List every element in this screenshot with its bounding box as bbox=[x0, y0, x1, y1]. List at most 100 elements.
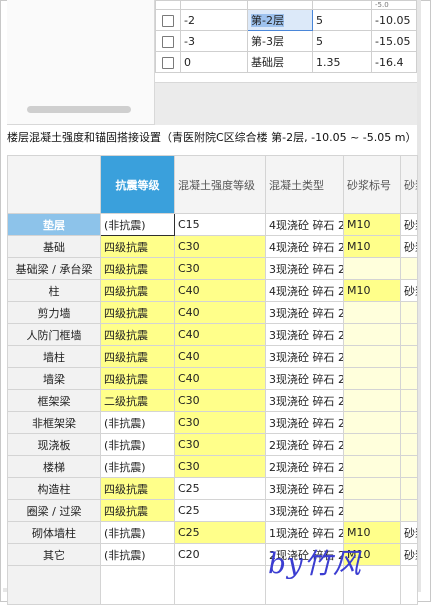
concrete-type-cell[interactable]: 4现浇砼 碎石 20mm bbox=[265, 235, 344, 258]
concrete-grade-cell[interactable]: C30 bbox=[174, 411, 266, 434]
row-header[interactable]: 基础 bbox=[7, 235, 101, 258]
row-header[interactable]: 剪力墙 bbox=[7, 301, 101, 324]
concrete-grade-cell[interactable]: C25 bbox=[174, 477, 266, 500]
column-header-mortar-type[interactable]: 砂浆类型 bbox=[400, 155, 418, 214]
concrete-grade-cell[interactable]: C20 bbox=[174, 543, 266, 566]
mortar-type-cell[interactable] bbox=[400, 411, 418, 434]
row-header[interactable]: 砌体墙柱 bbox=[7, 521, 101, 544]
floor-row[interactable]: -3 第-3层 5 -15.05 bbox=[155, 30, 417, 52]
mortar-type-cell[interactable] bbox=[400, 455, 418, 478]
concrete-type-cell[interactable]: 4现浇砼 碎石 20mm bbox=[265, 213, 344, 236]
concrete-type-cell[interactable]: 3现浇砼 碎石 20mm bbox=[265, 301, 344, 324]
concrete-type-cell[interactable]: 3现浇砼 碎石 20mm bbox=[265, 367, 344, 390]
row-header[interactable]: 基础梁 / 承台梁 bbox=[7, 257, 101, 280]
seismic-grade-cell[interactable]: (非抗震) bbox=[100, 411, 175, 434]
row-header[interactable]: 其它 bbox=[7, 543, 101, 566]
row-header[interactable]: 楼梯 bbox=[7, 455, 101, 478]
mortar-grade-cell[interactable]: M10 bbox=[343, 213, 401, 236]
mortar-type-cell[interactable]: 砂浆 bbox=[400, 521, 418, 544]
concrete-grade-cell[interactable]: C25 bbox=[174, 521, 266, 544]
concrete-grade-cell[interactable]: C40 bbox=[174, 345, 266, 368]
mortar-grade-cell[interactable]: M10 bbox=[343, 235, 401, 258]
mortar-type-cell[interactable] bbox=[400, 433, 418, 456]
column-header-concrete-type[interactable]: 混凝土类型 bbox=[265, 155, 344, 214]
mortar-type-cell[interactable] bbox=[400, 367, 418, 390]
concrete-type-cell[interactable]: 3现浇砼 碎石 20mm bbox=[265, 499, 344, 522]
floor-code[interactable]: -2 bbox=[180, 9, 248, 31]
floor-code[interactable]: 0 bbox=[180, 51, 248, 73]
floor-code[interactable]: -3 bbox=[180, 30, 248, 52]
floor-name-text[interactable]: 第-2层 bbox=[251, 14, 284, 27]
concrete-type-cell[interactable]: 3现浇砼 碎石 20mm bbox=[265, 477, 344, 500]
seismic-grade-cell[interactable]: 四级抗震 bbox=[100, 235, 175, 258]
concrete-type-cell[interactable]: 1现浇砼 碎石 20mm bbox=[265, 521, 344, 544]
mortar-grade-cell[interactable] bbox=[343, 411, 401, 434]
row-header[interactable]: 现浇板 bbox=[7, 433, 101, 456]
concrete-type-cell[interactable]: 3现浇砼 碎石 20mm bbox=[265, 345, 344, 368]
seismic-grade-cell[interactable]: (非抗震) bbox=[100, 433, 175, 456]
concrete-type-cell[interactable]: 4现浇砼 碎石 20mm bbox=[265, 279, 344, 302]
floor-row[interactable]: 0 基础层 1.35 -16.4 bbox=[155, 51, 417, 73]
seismic-grade-cell[interactable]: (非抗震) bbox=[100, 455, 175, 478]
mortar-type-cell[interactable]: 砂浆 bbox=[400, 235, 418, 258]
mortar-grade-cell[interactable] bbox=[343, 433, 401, 456]
concrete-type-cell[interactable]: 2现浇砼 碎石 20mm bbox=[265, 433, 344, 456]
floor-height[interactable]: 5 bbox=[312, 9, 372, 31]
mortar-type-cell[interactable] bbox=[400, 257, 418, 280]
mortar-grade-cell[interactable] bbox=[343, 367, 401, 390]
concrete-grade-cell[interactable]: C30 bbox=[174, 235, 266, 258]
seismic-grade-cell[interactable]: 四级抗震 bbox=[100, 257, 175, 280]
horizontal-scrollbar-thumb[interactable] bbox=[27, 106, 131, 113]
concrete-type-cell[interactable]: 3现浇砼 碎石 20mm bbox=[265, 323, 344, 346]
seismic-grade-cell[interactable]: (非抗震) bbox=[100, 543, 175, 566]
concrete-grade-cell[interactable]: C40 bbox=[174, 301, 266, 324]
floor-checkbox-cell[interactable] bbox=[155, 9, 181, 31]
seismic-grade-cell[interactable]: 四级抗震 bbox=[100, 499, 175, 522]
seismic-grade-cell[interactable]: 四级抗震 bbox=[100, 367, 175, 390]
concrete-grade-cell[interactable]: C30 bbox=[174, 455, 266, 478]
mortar-grade-cell[interactable] bbox=[343, 455, 401, 478]
mortar-type-cell[interactable] bbox=[400, 345, 418, 368]
mortar-type-cell[interactable] bbox=[400, 499, 418, 522]
seismic-grade-cell[interactable]: 四级抗震 bbox=[100, 477, 175, 500]
floor-name[interactable]: 基础层 bbox=[247, 51, 313, 73]
mortar-grade-cell[interactable] bbox=[343, 345, 401, 368]
concrete-type-cell[interactable]: 3现浇砼 碎石 20mm bbox=[265, 257, 344, 280]
mortar-grade-cell[interactable] bbox=[343, 499, 401, 522]
mortar-type-cell[interactable] bbox=[400, 301, 418, 324]
floor-checkbox-cell[interactable] bbox=[155, 51, 181, 73]
row-header[interactable]: 非框架梁 bbox=[7, 411, 101, 434]
mortar-grade-cell[interactable] bbox=[343, 389, 401, 412]
mortar-grade-cell[interactable] bbox=[343, 301, 401, 324]
concrete-type-cell[interactable]: 3现浇砼 碎石 20mm bbox=[265, 411, 344, 434]
mortar-type-cell[interactable]: 砂浆 bbox=[400, 543, 418, 566]
row-header[interactable]: 墙柱 bbox=[7, 345, 101, 368]
concrete-grade-cell[interactable]: C30 bbox=[174, 433, 266, 456]
row-header[interactable]: 人防门框墙 bbox=[7, 323, 101, 346]
checkbox[interactable] bbox=[162, 56, 174, 69]
floor-name[interactable]: 第-3层 bbox=[247, 30, 313, 52]
checkbox[interactable] bbox=[162, 14, 174, 27]
seismic-grade-cell[interactable]: 四级抗震 bbox=[100, 323, 175, 346]
row-header[interactable]: 框架梁 bbox=[7, 389, 101, 412]
concrete-grade-cell[interactable]: C25 bbox=[174, 499, 266, 522]
row-header[interactable]: 构造柱 bbox=[7, 477, 101, 500]
checkbox[interactable] bbox=[162, 35, 174, 48]
floor-height[interactable]: 1.35 bbox=[312, 51, 372, 73]
seismic-grade-cell[interactable]: (非抗震) bbox=[100, 213, 175, 236]
concrete-grade-cell[interactable]: C15 bbox=[174, 213, 266, 236]
concrete-grade-cell[interactable]: C40 bbox=[174, 323, 266, 346]
mortar-grade-cell[interactable]: M10 bbox=[343, 279, 401, 302]
column-header-concrete-grade[interactable]: 混凝土强度等级 bbox=[174, 155, 266, 214]
seismic-grade-cell[interactable]: (非抗震) bbox=[100, 521, 175, 544]
floor-height[interactable]: 5 bbox=[312, 30, 372, 52]
seismic-grade-cell[interactable]: 四级抗震 bbox=[100, 279, 175, 302]
row-header[interactable]: 垫层 bbox=[7, 213, 101, 236]
floor-elevation[interactable]: -15.05 bbox=[371, 30, 417, 52]
floor-name-editing[interactable]: 第-2层 bbox=[247, 9, 313, 31]
column-header-seismic-grade[interactable]: 抗震等级 bbox=[100, 155, 175, 214]
row-header[interactable]: 圈梁 / 过梁 bbox=[7, 499, 101, 522]
seismic-grade-cell[interactable]: 二级抗震 bbox=[100, 389, 175, 412]
seismic-grade-cell[interactable]: 四级抗震 bbox=[100, 301, 175, 324]
mortar-grade-cell[interactable]: M10 bbox=[343, 521, 401, 544]
